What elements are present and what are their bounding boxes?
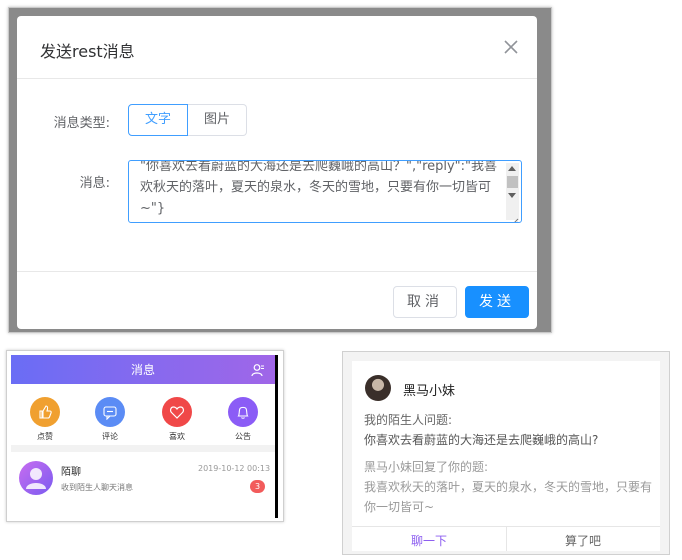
send-message-dialog: 发送rest消息 消息类型: 文字 图片 消息: "你喜欢去看蔚蓝的大海还是去爬…: [17, 16, 537, 329]
message-type-label: 消息类型:: [53, 116, 110, 131]
cancel-button[interactable]: 取消: [393, 286, 457, 318]
dialog-screenshot: 发送rest消息 消息类型: 文字 图片 消息: "你喜欢去看蔚蓝的大海还是去爬…: [8, 7, 552, 333]
unread-badge: 3: [250, 480, 265, 493]
resize-handle-icon[interactable]: [510, 211, 519, 222]
skip-button[interactable]: 算了吧: [508, 532, 658, 549]
message-type-toggle: 文字 图片: [128, 104, 247, 136]
quick-label-notice: 公告: [235, 432, 251, 441]
sender-name: 黑马小妹: [403, 384, 456, 399]
quick-label-like: 点赞: [37, 432, 53, 441]
phone-screen: 消息 点赞 评论 喜欢 公告 陌聊 2019-10-12 00:13 收到陌生人…: [11, 355, 278, 518]
phone-screenshot: 消息 点赞 评论 喜欢 公告 陌聊 2019-10-12 00:13 收到陌生人…: [6, 350, 284, 522]
quick-label-favorite: 喜欢: [169, 432, 185, 441]
bell-icon[interactable]: [228, 397, 258, 427]
like-icon[interactable]: [30, 397, 60, 427]
comment-icon[interactable]: [95, 397, 125, 427]
chat-preview: 收到陌生人聊天消息: [61, 483, 133, 492]
question-label: 我的陌生人问题:: [364, 413, 453, 427]
question-text: 你喜欢去看蔚蓝的大海还是去爬巍峨的高山?: [364, 433, 599, 447]
phone-header: 消息: [11, 355, 275, 384]
scroll-up-icon[interactable]: [508, 166, 516, 171]
close-icon[interactable]: [501, 37, 521, 57]
type-image-button[interactable]: 图片: [188, 104, 247, 136]
scroll-down-icon[interactable]: [508, 193, 516, 198]
reply-text: 我喜欢秋天的落叶，夏天的泉水，冬天的雪地，只要有你一切皆可~: [364, 480, 653, 514]
chat-button[interactable]: 聊一下: [354, 532, 504, 549]
section-divider: [11, 445, 275, 452]
reply-label: 黑马小妹回复了你的题:: [364, 460, 489, 474]
message-textarea-value: "你喜欢去看蔚蓝的大海还是去爬巍峨的高山？","reply":"我喜欢秋天的落叶…: [140, 160, 498, 216]
heart-icon[interactable]: [162, 397, 192, 427]
message-label: 消息:: [79, 176, 110, 191]
person-icon[interactable]: [251, 362, 265, 377]
phone-title: 消息: [130, 363, 155, 377]
chat-avatar[interactable]: [19, 461, 53, 495]
quick-label-comment: 评论: [102, 432, 118, 441]
dialog-title: 发送rest消息: [40, 42, 135, 61]
reply-card: 黑马小妹 我的陌生人问题: 你喜欢去看蔚蓝的大海还是去爬巍峨的高山? 黑马小妹回…: [352, 361, 660, 551]
card-screenshot: 黑马小妹 我的陌生人问题: 你喜欢去看蔚蓝的大海还是去爬巍峨的高山? 黑马小妹回…: [342, 351, 670, 555]
message-textarea[interactable]: "你喜欢去看蔚蓝的大海还是去爬巍峨的高山？","reply":"我喜欢秋天的落叶…: [128, 160, 522, 223]
dialog-footer-divider: [17, 271, 537, 272]
chat-name: 陌聊: [61, 467, 81, 478]
type-text-button[interactable]: 文字: [128, 104, 188, 136]
dialog-header: 发送rest消息: [17, 16, 537, 79]
chat-timestamp: 2019-10-12 00:13: [198, 464, 271, 473]
card-button-divider: [506, 526, 507, 551]
scroll-thumb[interactable]: [507, 176, 518, 188]
avatar[interactable]: [365, 375, 391, 401]
send-button[interactable]: 发送: [465, 286, 529, 318]
